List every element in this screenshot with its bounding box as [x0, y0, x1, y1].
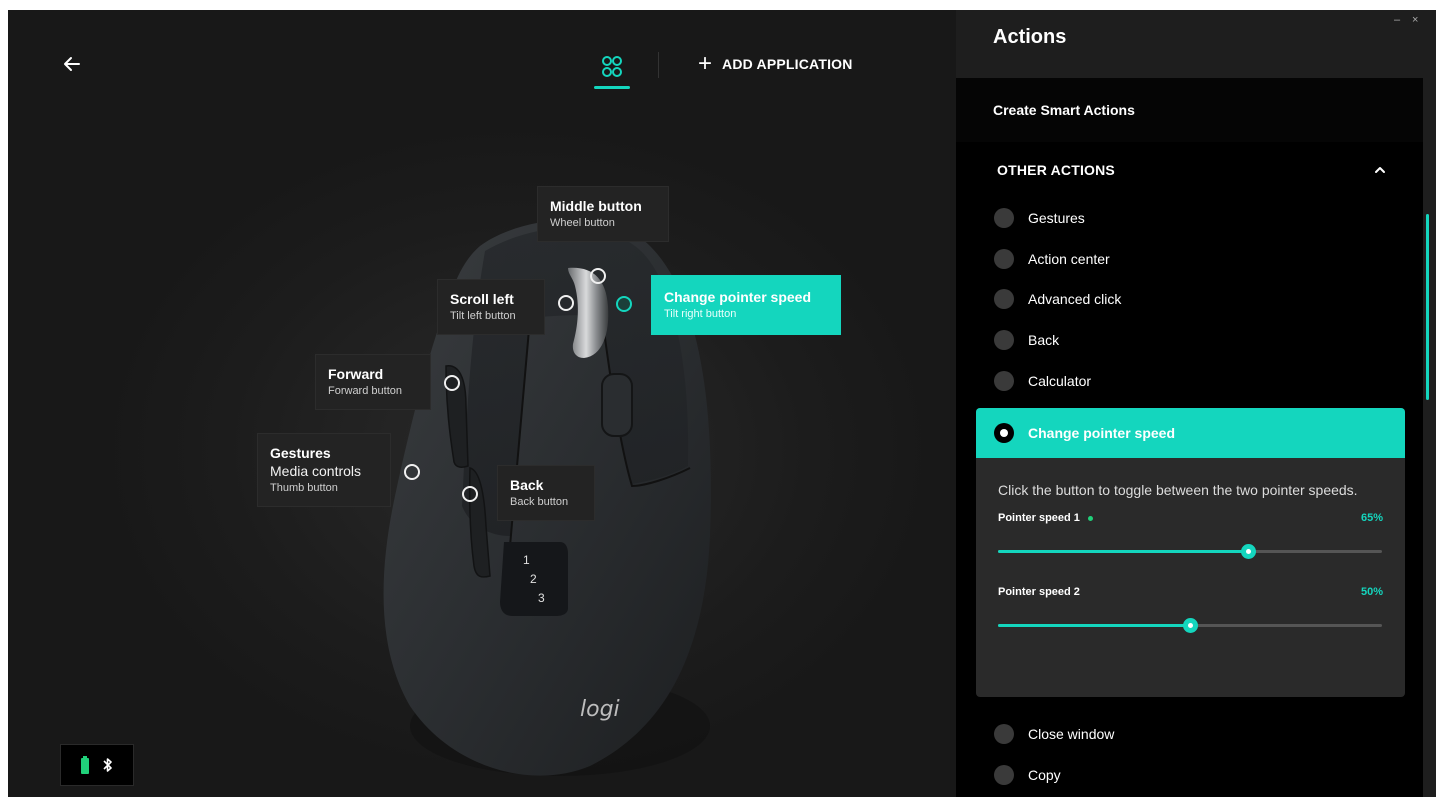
- callout-change-pointer-speed[interactable]: Change pointer speed Tilt right button: [651, 275, 841, 335]
- callout-sub: Tilt right button: [664, 308, 737, 320]
- hotspot-gestures[interactable]: [404, 464, 420, 480]
- active-tab-underline: [594, 86, 630, 89]
- radio-icon: [994, 330, 1014, 350]
- callout-title: Middle button: [550, 198, 642, 214]
- actions-panel: – × Actions Create Smart Actions OTHER A…: [956, 10, 1436, 797]
- device-status: [60, 744, 134, 786]
- callout-title: Forward: [328, 366, 384, 382]
- slider-fill: [998, 624, 1190, 627]
- pointer-speed-2-value: 50%: [1360, 586, 1383, 598]
- radio-icon: [994, 249, 1014, 269]
- slider-fill: [998, 550, 1248, 553]
- other-actions-header: OTHER ACTIONS: [997, 162, 1115, 178]
- mode-2: 2: [530, 572, 537, 586]
- mode-3: 3: [538, 591, 545, 605]
- device-view: + ADD APPLICATION 1 2 3 logi Middle butt…: [8, 10, 956, 797]
- pointer-speed-1-row: Pointer speed 1 65%: [998, 512, 1383, 572]
- callout-scroll-left[interactable]: Scroll left Tilt left button: [437, 279, 545, 335]
- callout-middle-button[interactable]: Middle button Wheel button: [537, 186, 669, 242]
- radio-icon: [994, 765, 1014, 785]
- action-item-copy[interactable]: Copy: [994, 761, 1061, 789]
- panel-scrollbar[interactable]: [1426, 214, 1429, 400]
- add-application-button[interactable]: + ADD APPLICATION: [698, 50, 853, 77]
- pointer-speed-1-label: Pointer speed 1: [998, 512, 1080, 524]
- logi-logo: logi: [580, 697, 620, 722]
- action-label: Gestures: [1028, 210, 1085, 226]
- slider-thumb[interactable]: [1183, 618, 1198, 633]
- callout-forward[interactable]: Forward Forward button: [315, 354, 431, 410]
- minimize-button[interactable]: –: [1394, 14, 1400, 26]
- callout-title-secondary: Media controls: [270, 463, 362, 479]
- callout-sub: Forward button: [328, 385, 402, 397]
- pointer-speed-2-slider[interactable]: [998, 618, 1382, 633]
- pointer-speed-1-slider[interactable]: [998, 544, 1382, 559]
- slider-thumb[interactable]: [1240, 544, 1256, 559]
- pointer-speed-2-row: Pointer speed 2 50%: [998, 586, 1383, 646]
- radio-icon: [994, 371, 1014, 391]
- active-indicator-icon: [1087, 515, 1093, 521]
- action-label: Back: [1028, 332, 1060, 348]
- callout-title: Change pointer speed: [664, 289, 812, 305]
- add-application-label: ADD APPLICATION: [722, 56, 853, 72]
- action-item-close-window[interactable]: Close window: [994, 720, 1114, 748]
- create-smart-actions-button[interactable]: Create Smart Actions: [956, 78, 1423, 142]
- callout-back[interactable]: Back Back button: [497, 465, 595, 521]
- hotspot-back[interactable]: [462, 486, 478, 502]
- action-label: Close window: [1028, 726, 1115, 742]
- pointer-speed-1-value: 65%: [1360, 512, 1383, 524]
- callout-sub: Thumb button: [270, 482, 338, 494]
- hotspot-forward[interactable]: [444, 375, 460, 391]
- action-item-advanced-click[interactable]: Advanced click: [994, 285, 1121, 313]
- hotspot-scroll-left[interactable]: [558, 295, 574, 311]
- applications-grid-icon: [602, 56, 622, 77]
- callout-title: Back: [510, 477, 544, 493]
- all-applications-button[interactable]: [592, 52, 632, 92]
- callout-sub: Back button: [510, 496, 569, 508]
- action-item-gestures[interactable]: Gestures: [994, 204, 1085, 232]
- action-item-calculator[interactable]: Calculator: [994, 367, 1091, 395]
- pointer-speed-2-label: Pointer speed 2: [998, 586, 1080, 598]
- toolbar-divider: [658, 52, 659, 78]
- back-arrow-icon[interactable]: [60, 52, 84, 76]
- callout-gestures[interactable]: Gestures Media controls Thumb button: [257, 433, 391, 507]
- panel-title: Actions: [993, 26, 1067, 48]
- action-label: Action center: [1028, 251, 1110, 267]
- hotspot-middle-button[interactable]: [590, 268, 606, 284]
- action-label: Calculator: [1028, 373, 1092, 389]
- bluetooth-icon: [103, 758, 112, 772]
- action-description: Click the button to toggle between the t…: [998, 482, 1358, 498]
- selected-action-card: Change pointer speed Click the button to…: [976, 408, 1405, 697]
- action-item-action-center[interactable]: Action center: [994, 245, 1110, 273]
- hotspot-change-pointer-speed[interactable]: [616, 296, 632, 312]
- actions-list: OTHER ACTIONS Gestures Action center Adv…: [956, 142, 1423, 797]
- action-item-change-pointer-speed[interactable]: Change pointer speed: [976, 408, 1405, 458]
- callout-title: Scroll left: [450, 291, 514, 307]
- action-label: Copy: [1028, 767, 1061, 783]
- options-app-window: + ADD APPLICATION 1 2 3 logi Middle butt…: [0, 0, 1436, 798]
- callout-sub: Tilt left button: [450, 310, 516, 322]
- callout-sub: Wheel button: [550, 217, 615, 229]
- radio-icon: [994, 724, 1014, 744]
- create-smart-actions-label: Create Smart Actions: [993, 102, 1135, 118]
- radio-icon: [994, 208, 1014, 228]
- battery-icon: [81, 756, 89, 774]
- radio-selected-icon: [994, 423, 1014, 443]
- close-button[interactable]: ×: [1412, 14, 1418, 26]
- action-label: Advanced click: [1028, 291, 1122, 307]
- callout-title: Gestures: [270, 445, 331, 461]
- action-label: Change pointer speed: [1028, 425, 1176, 441]
- action-item-back[interactable]: Back: [994, 326, 1059, 354]
- mode-1: 1: [523, 553, 530, 567]
- radio-icon: [994, 289, 1014, 309]
- chevron-up-icon[interactable]: [1372, 162, 1388, 178]
- plus-icon: +: [698, 50, 713, 77]
